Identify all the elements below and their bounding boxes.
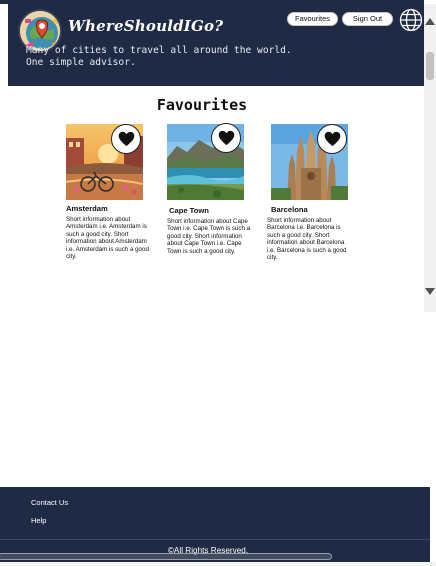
city-name: Barcelona [271, 205, 308, 214]
horizontal-scrollbar[interactable] [0, 553, 332, 560]
help-link[interactable]: Help [31, 516, 46, 525]
city-description: Short information about Cape Town i.e. C… [167, 218, 251, 255]
favourite-heart-icon[interactable] [211, 123, 241, 153]
footer-divider [0, 539, 430, 540]
city-name: Amsterdam [66, 204, 108, 213]
tagline-line: One simple advisor. [26, 57, 136, 68]
favourites-button[interactable]: Favourites [287, 12, 338, 26]
tagline-line: Many of cities to travel all around the … [26, 45, 292, 56]
sign-out-button[interactable]: Sign Out [342, 12, 393, 26]
scroll-thumb[interactable] [426, 52, 434, 80]
globe-icon[interactable] [399, 8, 423, 32]
site-header: WhereShouldIGo? Many of cities to travel… [8, 4, 424, 86]
bottom-strip [0, 562, 436, 566]
city-description: Short information about Barcelona i.e. B… [267, 217, 347, 262]
brand-name[interactable]: WhereShouldIGo? [68, 17, 223, 35]
vertical-scrollbar[interactable] [424, 4, 436, 312]
tagline: Many of cities to travel all around the … [26, 45, 292, 69]
favourite-heart-icon[interactable] [317, 124, 347, 154]
city-card-cape-town[interactable]: Cape Town Short information about Cape T… [167, 123, 251, 264]
page: WhereShouldIGo? Many of cities to travel… [0, 0, 436, 566]
city-card-barcelona[interactable]: Barcelona Short information about Barcel… [267, 124, 355, 264]
contact-us-link[interactable]: Contact Us [31, 498, 68, 507]
scroll-up-arrow-icon[interactable] [424, 13, 436, 25]
scroll-down-arrow-icon[interactable] [424, 284, 436, 295]
city-description: Short information about Amsterdam i.e. A… [66, 216, 149, 261]
city-card-amsterdam[interactable]: Amsterdam Short information about Amster… [66, 124, 150, 264]
city-name: Cape Town [169, 206, 209, 215]
page-title: Favourites [156, 96, 248, 114]
favourite-heart-icon[interactable] [111, 124, 141, 154]
